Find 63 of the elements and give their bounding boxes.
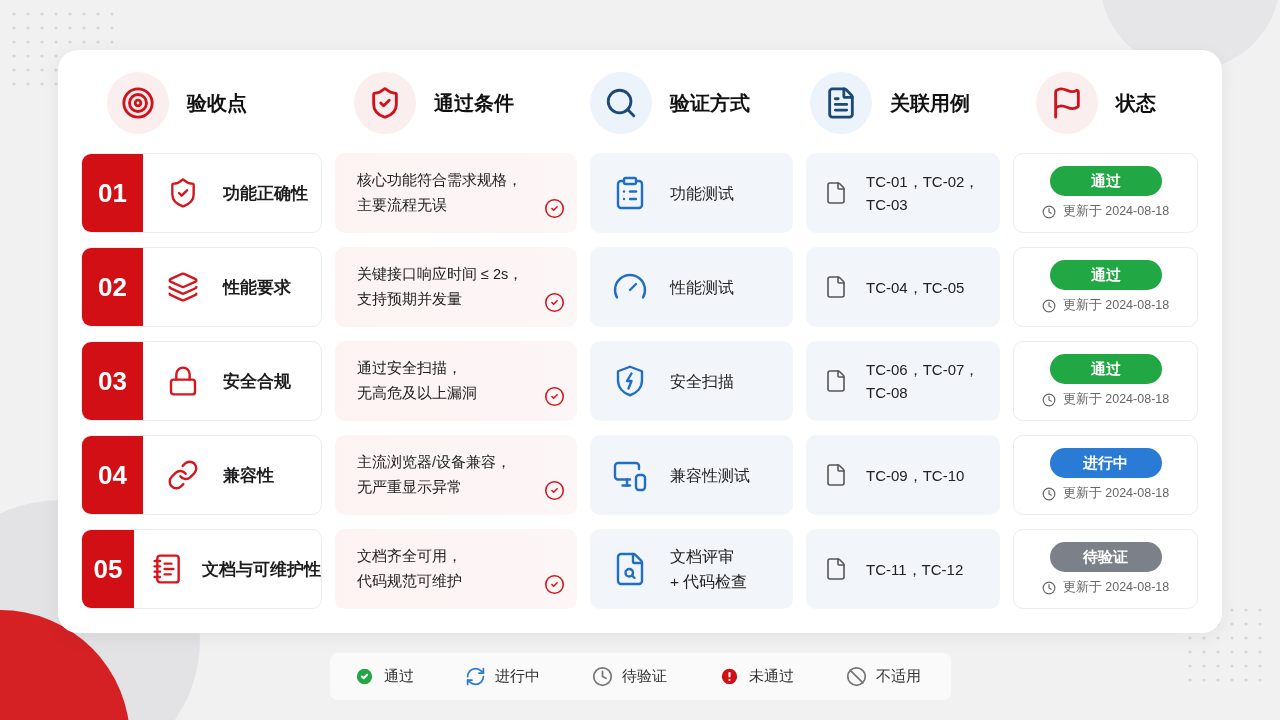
legend-label: 未通过	[748, 667, 794, 686]
link-icon	[167, 459, 199, 491]
column-header: 通过条件	[434, 90, 514, 116]
legend-label: 不适用	[875, 667, 921, 686]
point-name: 文档与可维护性	[202, 558, 321, 581]
column-header: 关联用例	[890, 90, 970, 116]
legend-label: 通过	[383, 667, 414, 686]
updated-date: 更新于 2024-08-18	[1062, 579, 1170, 596]
column-header: 验证方式	[670, 90, 750, 116]
method-text: 文档评审 + 代码检查	[670, 547, 748, 592]
updated-date: 更新于 2024-08-18	[1062, 391, 1170, 408]
method-text: 功能测试	[670, 183, 734, 204]
layers-icon	[167, 271, 199, 303]
updated-date: 更新于 2024-08-18	[1062, 203, 1170, 220]
clock-icon	[1041, 486, 1056, 501]
file-icon	[824, 275, 848, 299]
row-number: 04	[82, 436, 143, 514]
point-name: 安全合规	[223, 370, 291, 393]
file-icon	[824, 369, 848, 393]
file-icon	[824, 181, 848, 205]
point-name: 功能正确性	[223, 182, 308, 205]
status-badge: 通过	[1049, 166, 1162, 196]
clock-icon	[1041, 580, 1056, 595]
condition-text: 代码规范可维护	[357, 572, 462, 591]
status-badge: 通过	[1049, 354, 1162, 384]
condition-text: 核心功能符合需求规格，	[357, 171, 522, 190]
row-number: 02	[82, 248, 143, 326]
condition-text: 无高危及以上漏洞	[357, 384, 477, 403]
status-badge: 进行中	[1049, 448, 1162, 478]
column-header: 状态	[1116, 90, 1156, 116]
case-ids: TC-09，TC-10	[866, 465, 965, 486]
column-header: 验收点	[187, 90, 247, 116]
case-ids: TC-06，TC-07， TC-08	[866, 360, 980, 403]
legend-label: 进行中	[495, 667, 541, 686]
row-number: 01	[82, 154, 143, 232]
updated-date: 更新于 2024-08-18	[1062, 485, 1170, 502]
point-name: 性能要求	[223, 276, 291, 299]
lock-icon	[167, 365, 199, 397]
updated-date: 更新于 2024-08-18	[1062, 297, 1170, 314]
method-text: 兼容性测试	[670, 465, 750, 486]
condition-text: 主要流程无误	[357, 196, 447, 215]
legend-label: 待验证	[622, 667, 667, 686]
file-icon	[824, 557, 848, 581]
condition-text: 支持预期并发量	[357, 290, 462, 309]
clock-icon	[1041, 298, 1056, 313]
status-badge: 通过	[1049, 260, 1162, 290]
condition-text: 主流浏览器/设备兼容，	[357, 453, 512, 472]
condition-text: 关键接口响应时间 ≤ 2s，	[357, 265, 524, 284]
case-ids: TC-04，TC-05	[866, 277, 965, 298]
clock-icon	[1041, 392, 1056, 407]
row-number: 03	[82, 342, 143, 420]
row-number: 05	[82, 530, 134, 608]
case-ids: TC-11，TC-12	[866, 559, 964, 580]
condition-text: 通过安全扫描，	[357, 359, 462, 378]
method-text: 安全扫描	[670, 371, 734, 392]
condition-text: 文档齐全可用，	[357, 547, 462, 566]
condition-text: 无严重显示异常	[357, 478, 462, 497]
file-icon	[824, 463, 848, 487]
clock-icon	[1041, 204, 1056, 219]
status-badge: 待验证	[1049, 542, 1162, 572]
case-ids: TC-01，TC-02， TC-03	[866, 172, 980, 215]
point-name: 兼容性	[223, 464, 274, 487]
method-text: 性能测试	[670, 277, 734, 298]
